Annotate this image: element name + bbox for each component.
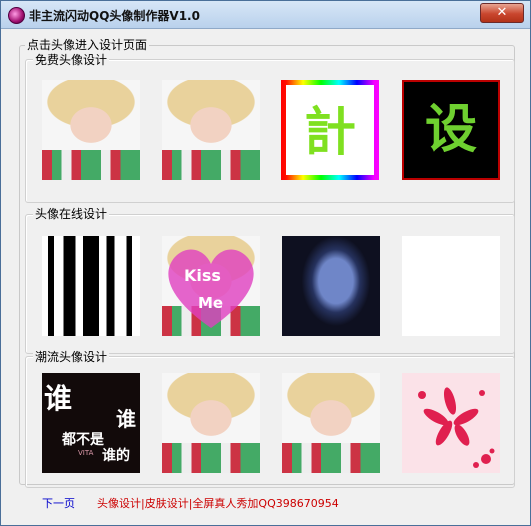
avatar-thumb-photo-4[interactable] [282, 373, 380, 473]
section-label-trend: 潮流头像设计 [33, 348, 110, 365]
avatar-thumb-blank[interactable] [402, 236, 500, 336]
avatar-thumb-photo-1[interactable] [42, 80, 140, 180]
app-logo-icon [8, 7, 25, 24]
avatar-thumb-calligraphy-she[interactable]: 设 [402, 80, 500, 180]
shui-end-text: 谁的 [102, 448, 130, 464]
close-button[interactable]: ✕ [480, 3, 524, 23]
avatar-thumb-photo-2[interactable] [162, 80, 260, 180]
flower-icon [418, 387, 495, 468]
avatar-thumb-photo-3[interactable] [162, 373, 260, 473]
shui-big-glyph: 谁 [44, 382, 73, 415]
avatar-thumb-dark-portrait[interactable] [282, 236, 380, 336]
shui-mid-text: 都不是 [62, 432, 104, 448]
promo-link[interactable]: 头像设计|皮肤设计|全屏真人秀加QQ398670954 [97, 495, 339, 511]
calligraphy-she-glyph: 设 [424, 99, 477, 160]
shui-side-glyph: 谁 [116, 407, 136, 431]
avatar-thumb-shui-text[interactable]: 谁 谁 都不是 谁的 VITA [42, 373, 140, 473]
kiss-text: Kiss [184, 266, 221, 285]
next-page-link[interactable]: 下一页 [42, 495, 75, 511]
avatar-thumb-calligraphy-ji[interactable]: 計 [281, 80, 379, 180]
avatar-thumb-stripes[interactable] [42, 236, 140, 336]
me-text: Me [198, 294, 224, 312]
heart-icon [168, 249, 254, 328]
section-label-online: 头像在线设计 [33, 205, 110, 222]
app-window: 非主流闪动QQ头像制作器V1.0 ✕ 点击头像进入设计页面 免费头像设计 計 设… [0, 0, 531, 526]
vita-text: VITA [78, 449, 94, 457]
window-title: 非主流闪动QQ头像制作器V1.0 [29, 9, 200, 23]
avatar-thumb-kiss-heart[interactable]: Kiss Me [162, 236, 260, 336]
avatar-thumb-flower[interactable] [402, 373, 500, 473]
calligraphy-ji-glyph: 計 [303, 102, 356, 163]
section-label-free: 免费头像设计 [33, 51, 110, 68]
title-bar[interactable]: 非主流闪动QQ头像制作器V1.0 ✕ [1, 1, 530, 29]
